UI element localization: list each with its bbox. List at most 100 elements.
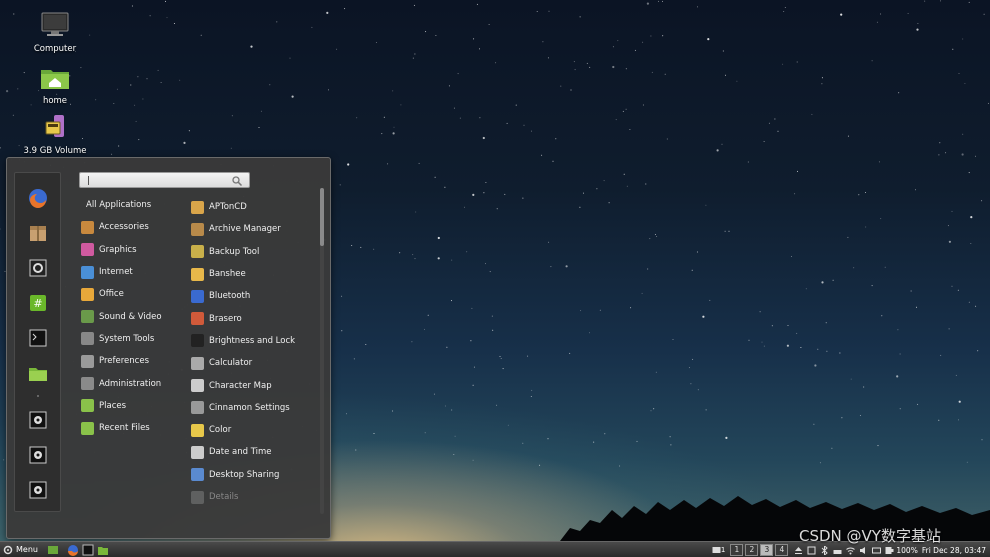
desktop-icon-computer[interactable]: Computer (10, 12, 100, 54)
lock-icon[interactable] (27, 409, 49, 431)
application-item[interactable]: Calculator (191, 352, 319, 374)
color-icon (191, 423, 204, 437)
battery-icon[interactable] (885, 546, 894, 555)
application-item[interactable]: Details (191, 486, 319, 508)
application-item[interactable]: Desktop Sharing (191, 464, 319, 486)
search-input[interactable] (79, 172, 250, 188)
administration-icon (81, 377, 94, 391)
application-item[interactable]: Bluetooth (191, 285, 319, 307)
category-label: Office (99, 289, 124, 300)
package-icon[interactable] (27, 222, 49, 244)
category-item[interactable]: Recent Files (81, 417, 185, 439)
category-item[interactable]: Internet (81, 261, 185, 283)
application-label: Color (209, 425, 232, 436)
firefox-icon[interactable] (27, 187, 49, 209)
archive-manager-icon (191, 222, 204, 236)
notification-icon[interactable] (712, 546, 721, 555)
desktop-icon-label: 3.9 GB Volume (23, 146, 87, 156)
workspace-button[interactable]: 2 (745, 544, 759, 556)
terminal-icon[interactable] (27, 327, 49, 349)
settings-icon[interactable] (27, 257, 49, 279)
application-item[interactable]: Brasero (191, 307, 319, 329)
application-label: Backup Tool (209, 246, 260, 257)
home-folder-icon (41, 70, 69, 89)
bluetooth-icon[interactable] (820, 545, 829, 555)
application-list: APTonCD Archive Manager Backup Tool Banshee… (191, 196, 319, 508)
terminal-green-icon[interactable]: # (27, 292, 49, 314)
terminal-launcher-icon[interactable] (82, 544, 94, 556)
wifi-icon[interactable] (846, 546, 856, 555)
brightness-lock-icon (191, 334, 204, 348)
category-item[interactable]: Preferences (81, 350, 185, 372)
accessories-icon (81, 220, 94, 234)
backup-tool-icon (191, 245, 204, 259)
keyboard-icon[interactable] (872, 546, 882, 555)
bluetooth-icon (191, 289, 204, 303)
application-item[interactable]: Brightness and Lock (191, 330, 319, 352)
workspace-button[interactable]: 4 (775, 544, 789, 556)
category-label: Graphics (99, 244, 137, 255)
scrollbar-thumb[interactable] (320, 188, 324, 246)
application-item[interactable]: Banshee (191, 263, 319, 285)
gear-icon (3, 545, 13, 554)
application-item[interactable]: Character Map (191, 374, 319, 396)
eject-icon[interactable] (794, 546, 803, 555)
svg-text:#: # (33, 297, 42, 310)
internet-icon (81, 265, 94, 279)
category-item[interactable]: Sound & Video (81, 305, 185, 327)
category-item[interactable]: Accessories (81, 216, 185, 238)
search-icon[interactable] (231, 175, 243, 187)
menu-button-label: Menu (16, 545, 38, 554)
firefox-launcher-icon[interactable] (67, 544, 79, 556)
application-item[interactable]: Archive Manager (191, 218, 319, 240)
desktop-icon-home[interactable]: home (10, 66, 100, 106)
category-item[interactable]: All Applications (81, 194, 185, 216)
application-label: Details (209, 492, 239, 502)
application-label: Archive Manager (209, 224, 281, 235)
category-item[interactable]: Administration (81, 372, 185, 394)
office-icon (81, 287, 94, 301)
volume-icon[interactable] (859, 546, 868, 555)
network-icon[interactable] (833, 546, 842, 555)
category-label: Accessories (99, 222, 149, 233)
category-item[interactable]: Office (81, 283, 185, 305)
application-label: APTonCD (209, 202, 247, 213)
notification-count: 1 (720, 546, 726, 554)
display-icon[interactable] (807, 546, 816, 555)
folder-icon[interactable] (27, 362, 49, 384)
category-label: Places (99, 400, 127, 411)
workspace-button[interactable]: 1 (730, 544, 744, 556)
shutdown-icon[interactable] (27, 479, 49, 501)
details-icon (191, 490, 204, 504)
app-list-scrollbar[interactable] (320, 188, 324, 514)
character-map-icon (191, 379, 204, 393)
category-item[interactable]: System Tools (81, 328, 185, 350)
calculator-icon (191, 356, 204, 370)
workspace-button[interactable]: 3 (760, 544, 774, 556)
application-label: Character Map (209, 380, 272, 391)
logout-icon[interactable] (27, 444, 49, 466)
places-folder-icon (81, 399, 94, 413)
application-item[interactable]: Backup Tool (191, 241, 319, 263)
date-time-icon (191, 445, 204, 459)
clock[interactable]: Fri Dec 28, 03:47 (922, 546, 986, 555)
menu-button[interactable]: Menu (0, 542, 41, 557)
application-item[interactable]: Cinnamon Settings (191, 397, 319, 419)
watermark-text: CSDN @VY数字基站 (799, 527, 941, 545)
category-item[interactable]: Graphics (81, 239, 185, 261)
application-item[interactable]: APTonCD (191, 196, 319, 218)
desktop-icon-volume[interactable]: 3.9 GB Volume (10, 114, 100, 156)
banshee-icon (191, 267, 204, 281)
application-item[interactable]: Date and Time (191, 441, 319, 463)
show-desktop-icon[interactable] (47, 544, 59, 556)
files-launcher-icon[interactable] (97, 544, 109, 556)
application-label: Cinnamon Settings (209, 402, 290, 413)
brasero-icon (191, 312, 204, 326)
sound-video-icon (81, 310, 94, 324)
category-list: All Applications Accessories Graphics Inter… (81, 194, 185, 439)
application-item[interactable]: Color (191, 419, 319, 441)
workspace-switcher: 1234 (728, 544, 789, 556)
category-label: Preferences (99, 356, 149, 367)
computer-icon (41, 12, 69, 36)
category-item[interactable]: Places (81, 395, 185, 417)
